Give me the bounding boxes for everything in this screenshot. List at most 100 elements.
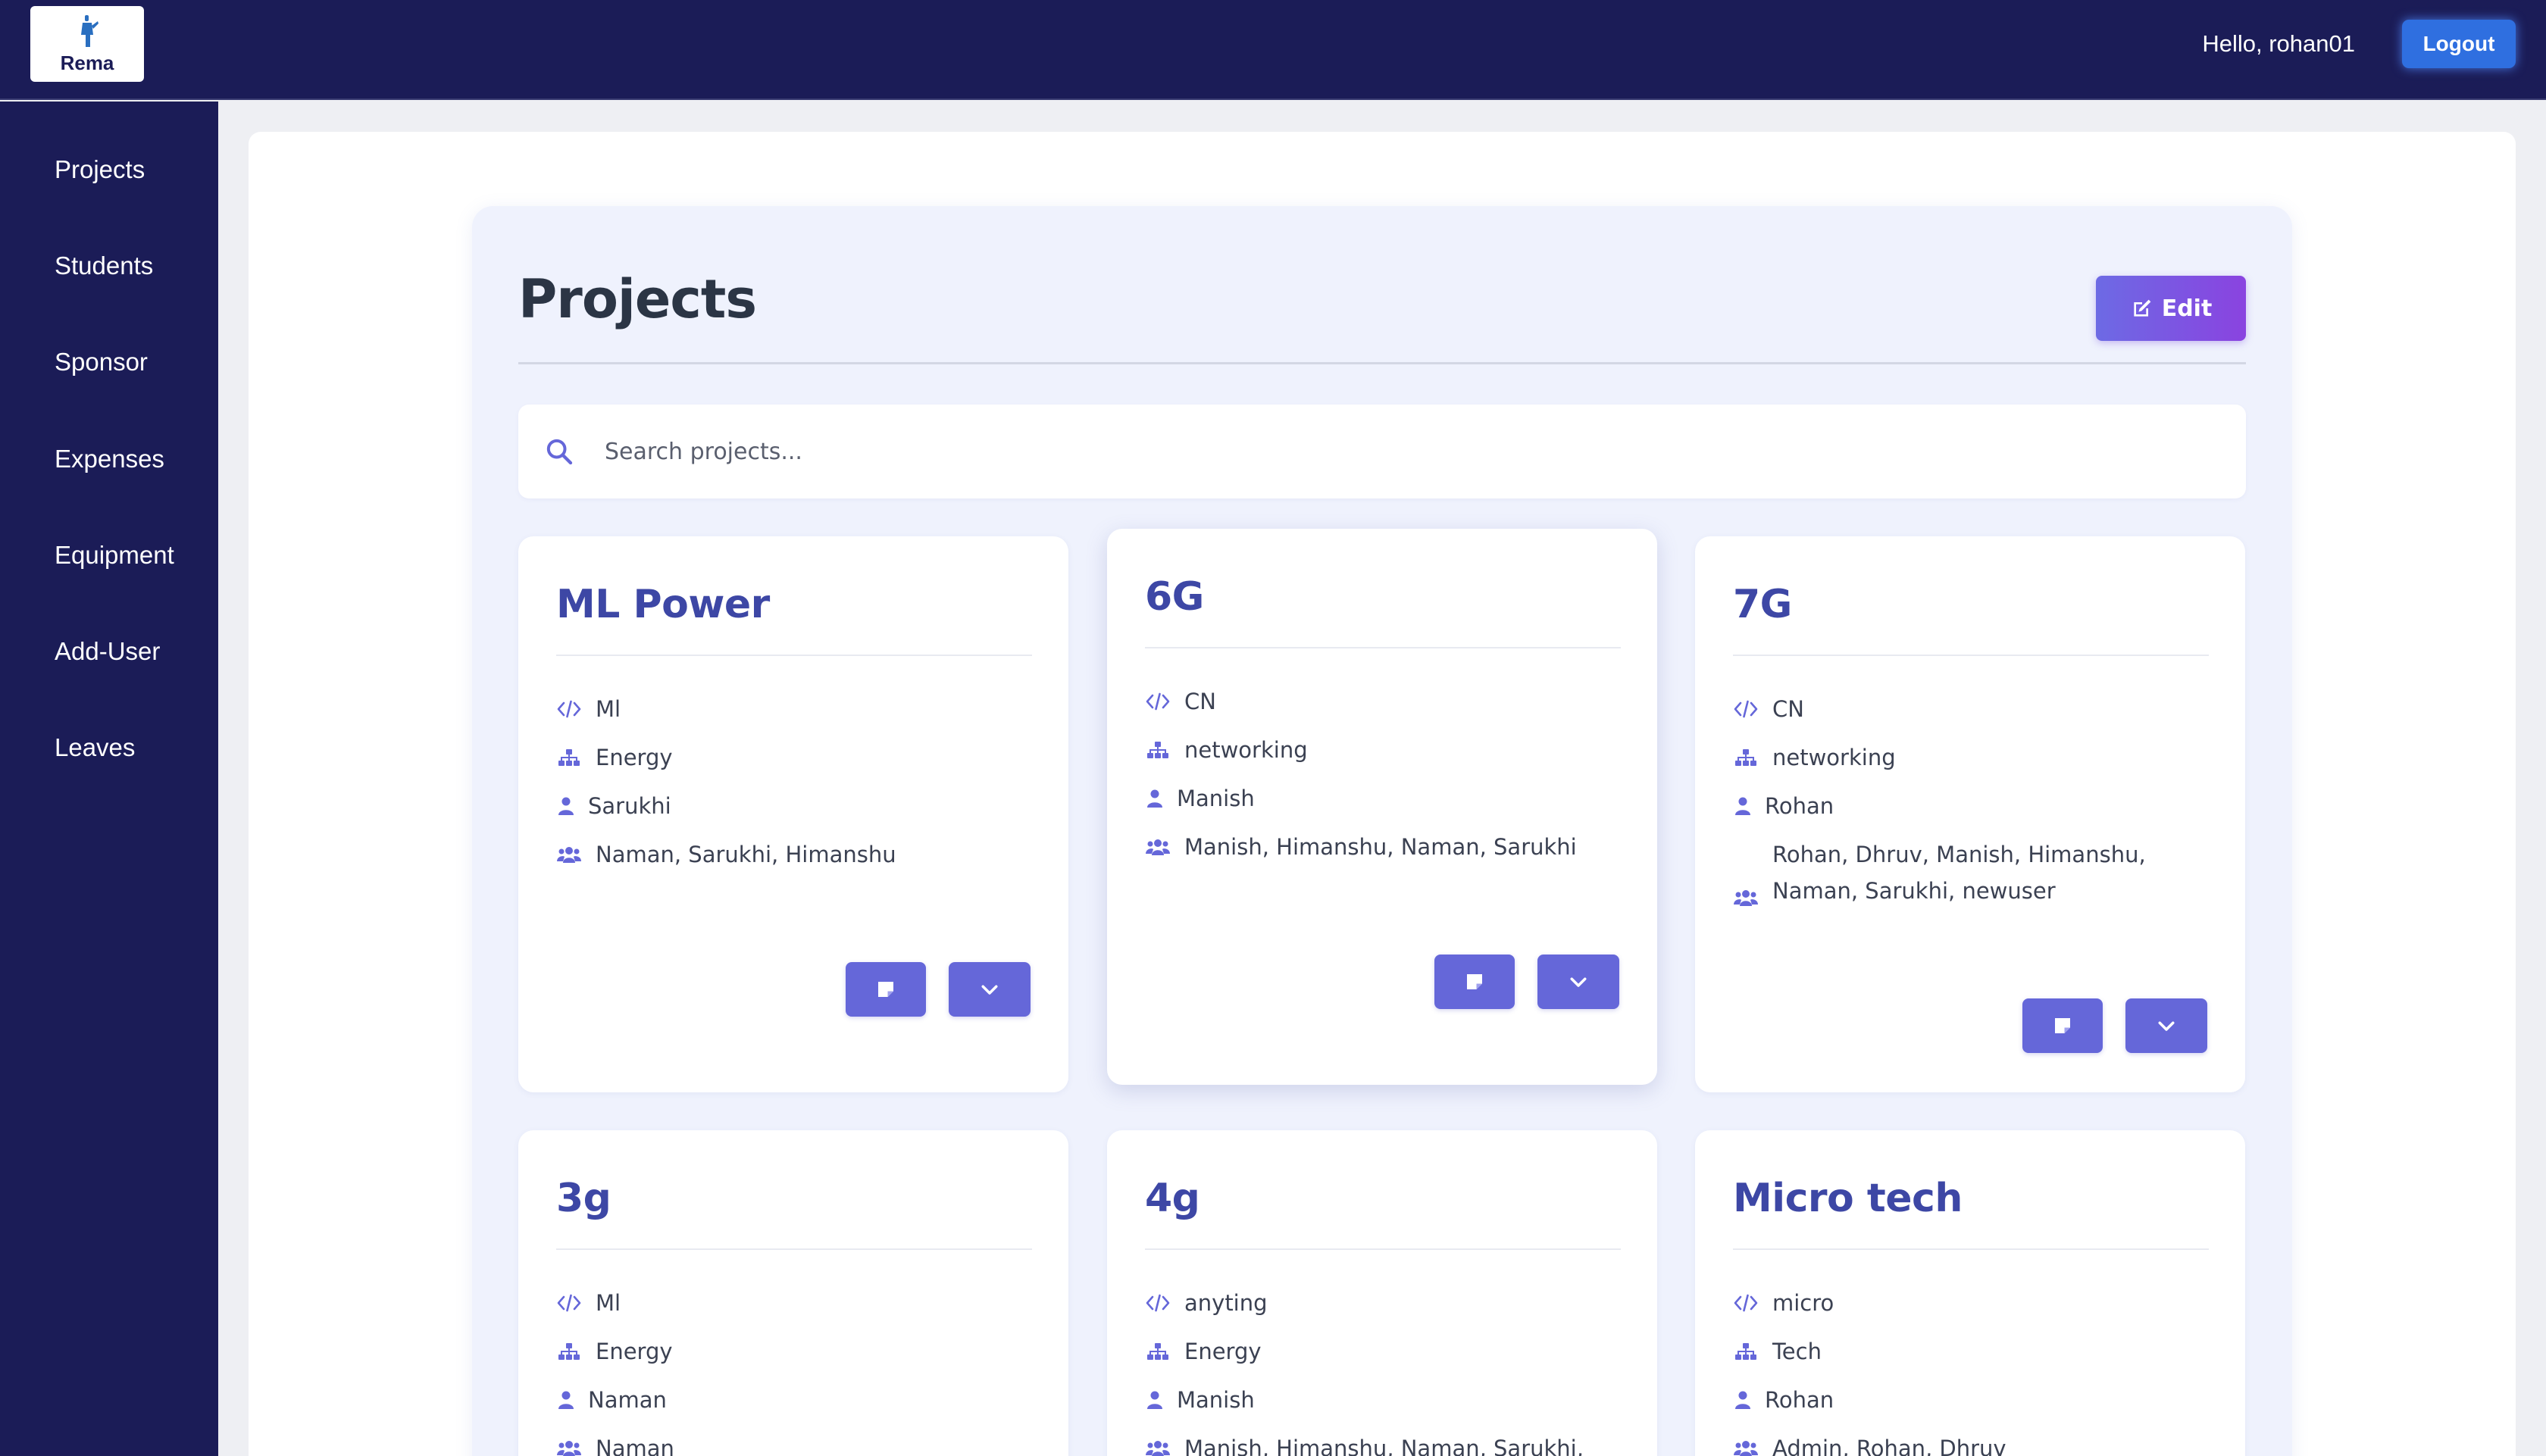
edit-button[interactable]: Edit (2096, 276, 2246, 341)
project-domain: anyting (1184, 1290, 1268, 1316)
sidebar-item-add-user[interactable]: Add-User (55, 635, 160, 668)
project-members-row: Admin, Rohan, Dhruv (1733, 1430, 2188, 1456)
expand-button[interactable] (2125, 998, 2207, 1053)
project-title[interactable]: ML Power (556, 576, 770, 633)
project-category: Energy (1184, 1339, 1262, 1364)
project-members-row: Naman, Sarukhi, Himanshu (556, 836, 1011, 873)
sitemap-icon (556, 1333, 586, 1370)
sitemap-icon (1733, 739, 1763, 776)
notes-button[interactable] (1434, 955, 1515, 1009)
project-card[interactable]: Micro tech micro Tech Rohan Admin, Rohan… (1695, 1130, 2245, 1456)
user-icon (556, 1382, 579, 1418)
expand-button[interactable] (1537, 955, 1619, 1009)
card-divider (1145, 1248, 1621, 1250)
project-card[interactable]: 6G CN networking Manish Manish, Himanshu… (1107, 529, 1657, 1085)
project-domain-row: micro (1733, 1285, 1834, 1321)
project-lead-row: Rohan (1733, 1382, 1834, 1418)
users-icon (556, 1430, 586, 1456)
user-greeting: Hello, rohan01 (2202, 30, 2355, 57)
notes-button[interactable] (2022, 998, 2103, 1053)
code-icon (1145, 683, 1175, 720)
card-divider (556, 1248, 1032, 1250)
note-icon (2051, 1014, 2074, 1037)
project-domain: CN (1772, 696, 1804, 722)
project-category: Tech (1772, 1339, 1822, 1364)
project-lead: Manish (1177, 786, 1255, 811)
project-domain-row: CN (1145, 683, 1216, 720)
code-icon (1145, 1285, 1175, 1321)
project-category: networking (1772, 745, 1896, 770)
card-divider (1733, 1248, 2209, 1250)
users-icon (1733, 1430, 1763, 1456)
chevron-down-icon (2155, 1014, 2178, 1037)
sidebar-item-expenses[interactable]: Expenses (55, 442, 164, 476)
sitemap-icon (556, 739, 586, 776)
project-category: networking (1184, 737, 1308, 763)
sidebar: Projects Students Sponsor Expenses Equip… (0, 102, 218, 1456)
sidebar-item-equipment[interactable]: Equipment (55, 539, 174, 572)
logo-text: Rema (60, 51, 114, 74)
search-input[interactable] (605, 427, 2196, 476)
project-members-row: Manish, Himanshu, Naman, Sarukhi, (1145, 1430, 1600, 1456)
user-icon (1145, 780, 1168, 817)
project-domain: Ml (596, 696, 621, 722)
project-lead: Manish (1177, 1387, 1255, 1413)
project-title[interactable]: 6G (1145, 568, 1204, 626)
project-category: Energy (596, 745, 673, 770)
sidebar-item-projects[interactable]: Projects (55, 153, 145, 186)
search-icon (546, 439, 573, 465)
project-members: Naman (596, 1436, 674, 1456)
project-members-row: Naman (556, 1430, 1011, 1456)
project-lead-row: Naman (556, 1382, 667, 1418)
project-title[interactable]: 7G (1733, 576, 1792, 633)
user-icon (1733, 1382, 1756, 1418)
project-domain-row: Ml (556, 691, 621, 727)
sidebar-item-students[interactable]: Students (55, 249, 153, 283)
project-members-row: Manish, Himanshu, Naman, Sarukhi (1145, 829, 1600, 865)
project-title[interactable]: 4g (1145, 1170, 1200, 1227)
project-lead-row: Manish (1145, 1382, 1255, 1418)
search-bar (518, 405, 2246, 498)
sitemap-icon (1733, 1333, 1763, 1370)
project-category-row: networking (1733, 739, 1896, 776)
project-category-row: Energy (1145, 1333, 1262, 1370)
project-members-row: Rohan, Dhruv, Manish, Himanshu, Naman, S… (1733, 836, 2188, 909)
sidebar-item-sponsor[interactable]: Sponsor (55, 345, 148, 379)
project-lead: Rohan (1765, 1387, 1834, 1413)
project-lead-row: Manish (1145, 780, 1255, 817)
project-lead-row: Rohan (1733, 788, 1834, 824)
project-members: Manish, Himanshu, Naman, Sarukhi, (1184, 1436, 1584, 1456)
user-icon (556, 788, 579, 824)
code-icon (1733, 1285, 1763, 1321)
project-lead-row: Sarukhi (556, 788, 671, 824)
code-icon (556, 691, 586, 727)
project-members: Manish, Himanshu, Naman, Sarukhi (1184, 834, 1577, 860)
sidebar-item-leaves[interactable]: Leaves (55, 731, 135, 764)
chevron-down-icon (1567, 970, 1590, 993)
title-divider (518, 362, 2246, 364)
note-icon (1463, 970, 1486, 993)
project-category-row: Energy (556, 739, 673, 776)
project-title[interactable]: 3g (556, 1170, 611, 1227)
card-divider (1733, 655, 2209, 656)
project-title[interactable]: Micro tech (1733, 1170, 1963, 1227)
chevron-down-icon (978, 978, 1001, 1001)
project-category-row: networking (1145, 732, 1308, 768)
expand-button[interactable] (949, 962, 1031, 1017)
project-card[interactable]: 3g Ml Energy Naman Naman (518, 1130, 1068, 1456)
project-card[interactable]: 4g anyting Energy Manish Manish, Himansh… (1107, 1130, 1657, 1456)
logout-button[interactable]: Logout (2402, 20, 2516, 68)
code-icon (1733, 691, 1763, 727)
notes-button[interactable] (846, 962, 926, 1017)
project-card[interactable]: 7G CN networking Rohan Rohan, Dhruv, Man… (1695, 536, 2245, 1092)
project-domain: Ml (596, 1290, 621, 1316)
edit-icon (2134, 299, 2151, 317)
project-domain: micro (1772, 1290, 1834, 1316)
app-logo[interactable]: Rema (30, 6, 144, 82)
project-card[interactable]: ML Power Ml Energy Sarukhi Naman, Sarukh… (518, 536, 1068, 1092)
edit-button-label: Edit (2161, 295, 2213, 322)
project-domain: CN (1184, 689, 1216, 714)
project-domain-row: Ml (556, 1285, 621, 1321)
project-category: Energy (596, 1339, 673, 1364)
top-navbar: Rema Hello, rohan01 Logout (0, 0, 2546, 100)
